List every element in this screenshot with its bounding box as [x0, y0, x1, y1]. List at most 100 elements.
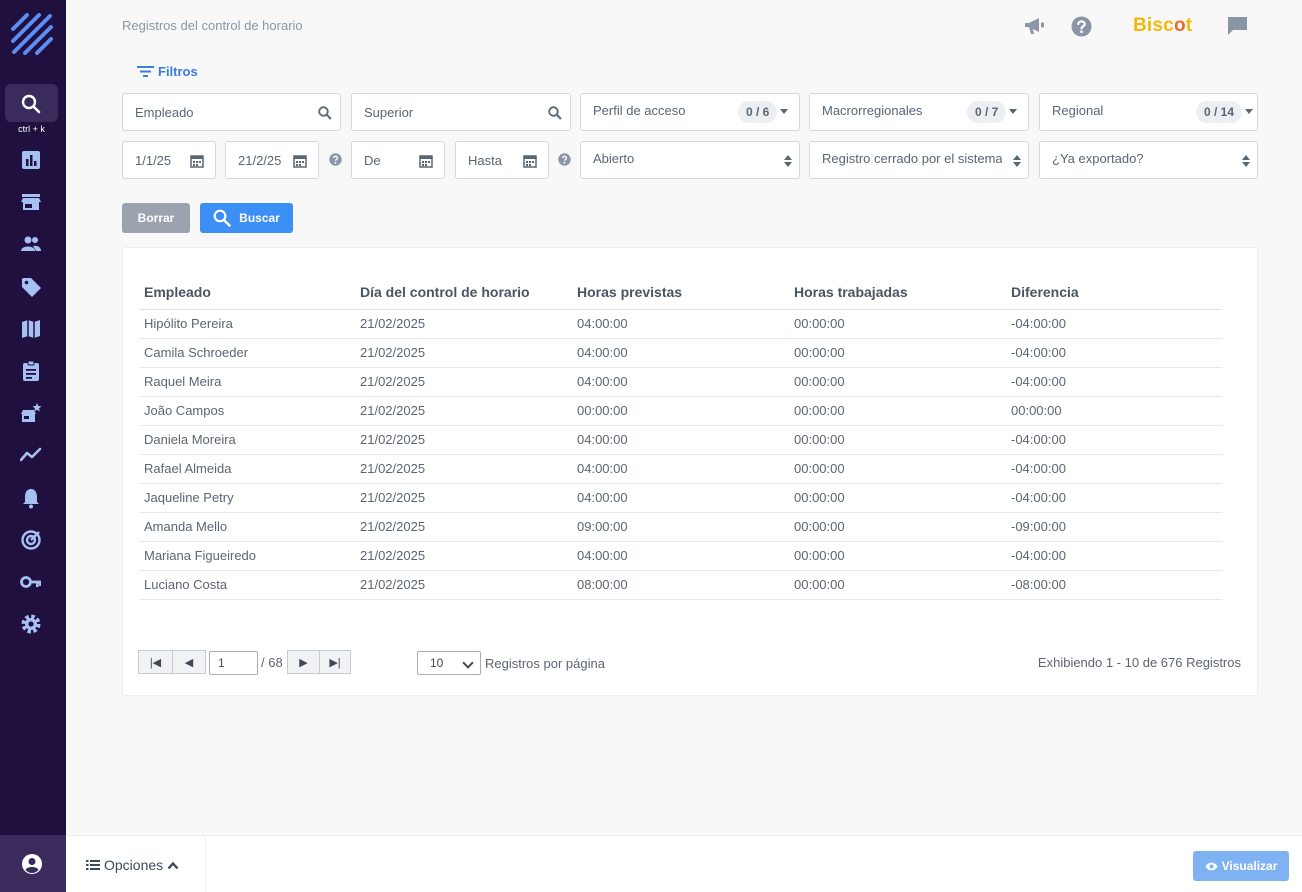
bar-chart-icon[interactable]	[20, 149, 42, 171]
superior-input[interactable]: Superior	[351, 93, 571, 131]
cell-day: 21/02/2025	[355, 309, 572, 339]
cell-day: 21/02/2025	[355, 512, 572, 542]
store-icon[interactable]	[20, 191, 42, 213]
status-value: Abierto	[593, 151, 635, 166]
trend-icon[interactable]	[20, 444, 42, 466]
column-header-worked-hours[interactable]: Horas trabajadas	[789, 276, 1006, 310]
table-row[interactable]: Luciano Costa 21/02/2025 08:00:00 00:00:00-…	[139, 570, 1222, 600]
cell-planned: 04:00:00	[572, 309, 789, 339]
page-title: Registros del control de horario	[122, 18, 303, 33]
help-icon[interactable]	[329, 153, 342, 166]
per-page-label: Registros por página	[485, 656, 605, 671]
employee-input[interactable]: Empleado	[122, 93, 341, 131]
table-row[interactable]: Mariana Figueiredo 21/02/2025 04:00:00 00:0…	[139, 541, 1222, 571]
column-header-difference[interactable]: Diferencia	[1006, 276, 1222, 310]
cell-employee: Jaqueline Petry	[139, 483, 355, 513]
calendar-icon	[293, 155, 307, 168]
status-select[interactable]: Abierto	[580, 141, 800, 179]
calendar-icon	[523, 155, 537, 168]
target-icon[interactable]	[20, 529, 42, 551]
exported-select[interactable]: ¿Ya exportado?	[1039, 141, 1258, 179]
filters-toggle[interactable]: Filtros	[137, 62, 198, 80]
table-row[interactable]: João Campos 21/02/2025 00:00:00 00:00:00 00:…	[139, 396, 1222, 426]
macroregional-select[interactable]: Macrorregionales 0 / 7	[809, 93, 1029, 131]
app-logo-icon[interactable]	[10, 12, 54, 56]
cell-worked: 00:00:00	[789, 512, 1006, 542]
cell-planned: 04:00:00	[572, 367, 789, 397]
column-header-employee[interactable]: Empleado	[139, 276, 355, 310]
last-page-button[interactable]: ▶|	[319, 650, 351, 674]
table-row[interactable]: Jaqueline Petry 21/02/2025 04:00:00 00:00:0…	[139, 483, 1222, 513]
bell-icon[interactable]	[20, 487, 42, 509]
next-page-button[interactable]: ▶	[287, 650, 320, 674]
date-from-input[interactable]: 1/1/25	[122, 141, 216, 179]
search-icon	[318, 106, 332, 120]
cell-worked: 00:00:00	[789, 541, 1006, 571]
user-menu[interactable]	[0, 835, 66, 892]
column-header-planned-hours[interactable]: Horas previstas	[572, 276, 789, 310]
column-header-day[interactable]: Día del control de horario	[355, 276, 572, 310]
cell-day: 21/02/2025	[355, 396, 572, 426]
chat-icon[interactable]	[1227, 16, 1248, 36]
sort-arrows-icon	[1242, 155, 1250, 167]
cell-day: 21/02/2025	[355, 541, 572, 571]
cell-day: 21/02/2025	[355, 338, 572, 368]
access-profile-select[interactable]: Perfil de acceso 0 / 6	[580, 93, 800, 131]
to-input[interactable]: Hasta	[455, 141, 549, 179]
table-row[interactable]: Daniela Moreira 21/02/2025 04:00:00 00:00:0…	[139, 425, 1222, 455]
results-table: Empleado Día del control de horario Hora…	[139, 276, 1222, 600]
date-to-input[interactable]: 21/2/25	[225, 141, 319, 179]
megaphone-icon[interactable]	[1024, 16, 1046, 36]
chevron-down-icon	[1245, 109, 1253, 114]
clipboard-icon[interactable]	[20, 360, 42, 382]
table-row[interactable]: Rafael Almeida 21/02/2025 04:00:00 00:00:00…	[139, 454, 1222, 484]
access-profile-label: Perfil de acceso	[593, 103, 686, 118]
options-label: Opciones	[104, 857, 164, 873]
regional-select[interactable]: Regional 0 / 14	[1039, 93, 1258, 131]
store-star-icon[interactable]	[20, 402, 42, 424]
employee-placeholder: Empleado	[135, 105, 194, 120]
from-input[interactable]: De	[351, 141, 445, 179]
cell-employee: Luciano Costa	[139, 570, 355, 600]
clear-button-label: Borrar	[137, 211, 175, 225]
key-icon[interactable]	[20, 571, 42, 593]
regional-count: 0 / 14	[1196, 101, 1243, 123]
cell-planned: 00:00:00	[572, 396, 789, 426]
cell-difference: 00:00:00	[1006, 396, 1222, 426]
calendar-icon	[190, 155, 204, 168]
per-page-select[interactable]: 10	[417, 651, 481, 675]
cell-difference: -04:00:00	[1006, 541, 1222, 571]
gear-icon[interactable]	[20, 613, 42, 635]
tag-icon[interactable]	[20, 276, 42, 298]
cell-planned: 04:00:00	[572, 483, 789, 513]
sidebar-search-button[interactable]	[5, 84, 58, 122]
clear-button[interactable]: Borrar	[122, 203, 190, 233]
cell-planned: 09:00:00	[572, 512, 789, 542]
cell-day: 21/02/2025	[355, 367, 572, 397]
footer-bar: Opciones Visualizar	[66, 835, 1302, 892]
first-page-button[interactable]: |◀	[138, 650, 173, 674]
visualize-button[interactable]: Visualizar	[1193, 851, 1289, 881]
brand-logo: Biscot	[1133, 15, 1193, 36]
users-icon[interactable]	[20, 233, 42, 255]
cell-employee: Rafael Almeida	[139, 454, 355, 484]
help-icon[interactable]	[1071, 16, 1092, 37]
table-row[interactable]: Raquel Meira 21/02/2025 04:00:00 00:00:00 -0…	[139, 367, 1222, 397]
list-icon	[86, 860, 100, 870]
search-button[interactable]: Buscar	[200, 203, 293, 233]
table-row[interactable]: Camila Schroeder 21/02/2025 04:00:00 00:00:…	[139, 338, 1222, 368]
exported-value: ¿Ya exportado?	[1052, 151, 1144, 166]
table-row[interactable]: Hipólito Pereira 21/02/2025 04:00:00 00:00:…	[139, 309, 1222, 339]
options-button[interactable]: Opciones	[86, 857, 179, 873]
closed-by-select[interactable]: Registro cerrado por el sistema	[809, 141, 1029, 179]
chevron-down-icon	[1009, 109, 1017, 114]
table-row[interactable]: Amanda Mello 21/02/2025 09:00:00 00:00:00 -0…	[139, 512, 1222, 542]
cell-planned: 04:00:00	[572, 541, 789, 571]
search-icon	[213, 209, 231, 227]
previous-page-button[interactable]: ◀	[172, 650, 206, 674]
cell-difference: -04:00:00	[1006, 309, 1222, 339]
page-number-input[interactable]: 1	[209, 651, 258, 675]
help-icon[interactable]	[558, 153, 571, 166]
filters-label: Filtros	[158, 63, 198, 79]
map-icon[interactable]	[20, 318, 42, 340]
